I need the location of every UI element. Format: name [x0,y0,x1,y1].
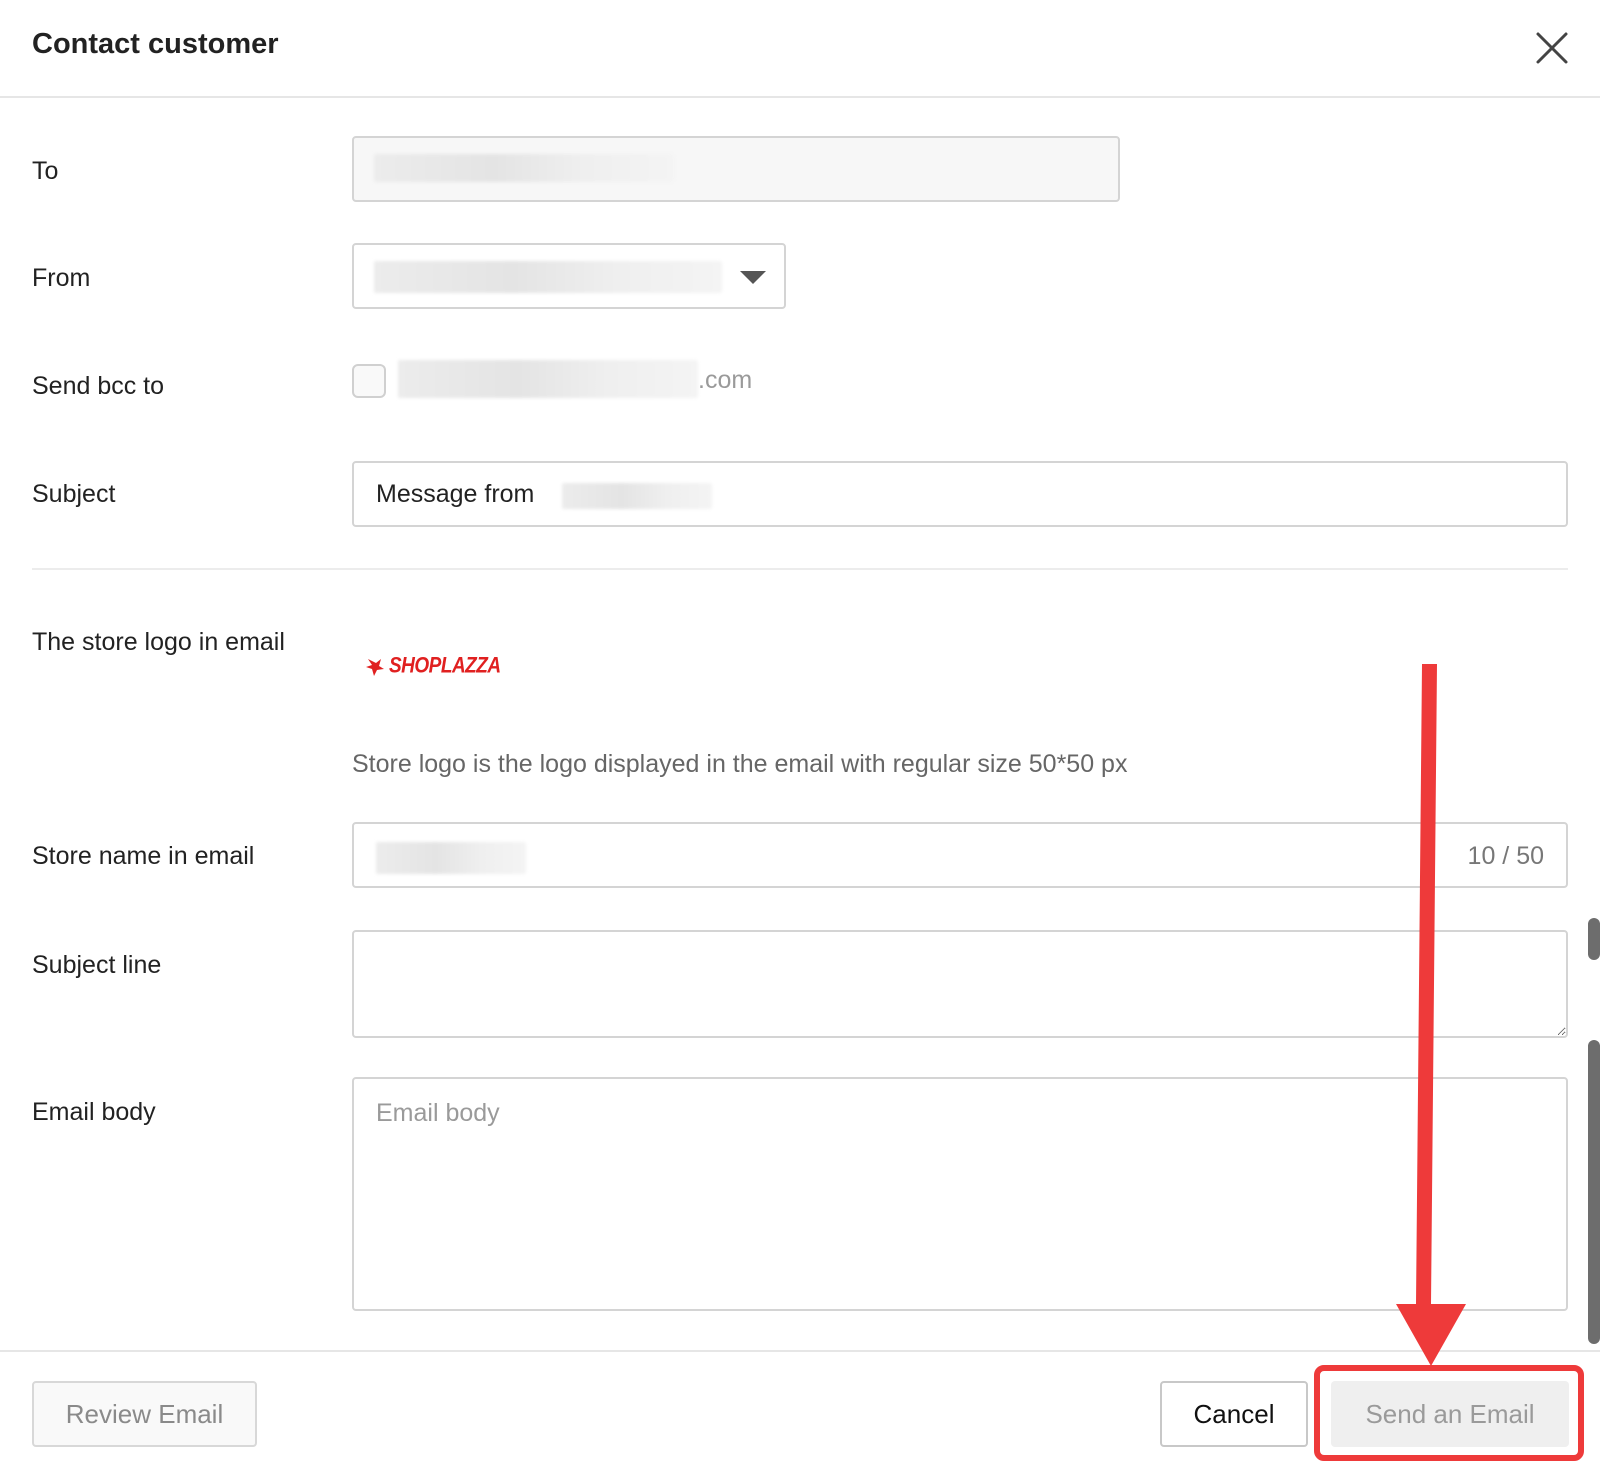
store-name-input[interactable]: 10 / 50 [352,822,1568,888]
chevron-down-icon [740,271,766,284]
subject-value: Message from [376,480,535,508]
section-divider [32,568,1568,570]
redacted-from-value [374,261,722,293]
bcc-label: Send bcc to [32,372,165,400]
footer-divider [0,1350,1600,1352]
review-email-button[interactable]: Review Email [32,1381,257,1447]
to-field[interactable] [352,136,1120,202]
store-name-label: Store name in email [32,842,255,870]
store-logo-label: The store logo in email [32,628,285,656]
cancel-button[interactable]: Cancel [1160,1381,1308,1447]
dialog-title: Contact customer [32,28,279,60]
redacted-to-value [374,154,674,182]
shoplazza-logo-icon [366,659,384,676]
redacted-store-name [562,483,712,509]
bcc-checkbox[interactable] [352,364,386,398]
subject-line-label: Subject line [32,951,162,979]
store-logo-hint: Store logo is the logo displayed in the … [352,750,1128,778]
redacted-bcc-email [398,360,698,398]
redacted-store-name-value [376,842,526,874]
scrollbar-thumb[interactable] [1588,918,1600,960]
subject-input[interactable]: Message from [352,461,1568,527]
close-icon[interactable] [1534,30,1570,66]
send-email-button[interactable]: Send an Email [1331,1381,1569,1447]
store-logo: SHOPLAZZA [365,654,501,679]
character-counter: 10 / 50 [1467,842,1544,870]
subject-label: Subject [32,480,116,508]
email-body-textarea[interactable] [352,1077,1568,1311]
from-label: From [32,264,91,292]
scrollbar-thumb[interactable] [1588,1040,1600,1344]
dialog-header: Contact customer [0,0,1600,98]
to-label: To [32,157,59,185]
subject-line-textarea[interactable] [352,930,1568,1038]
bcc-email-suffix: .com [698,366,753,394]
email-body-label: Email body [32,1098,156,1126]
from-select[interactable] [352,243,786,309]
store-logo-text: SHOPLAZZA [389,654,501,679]
